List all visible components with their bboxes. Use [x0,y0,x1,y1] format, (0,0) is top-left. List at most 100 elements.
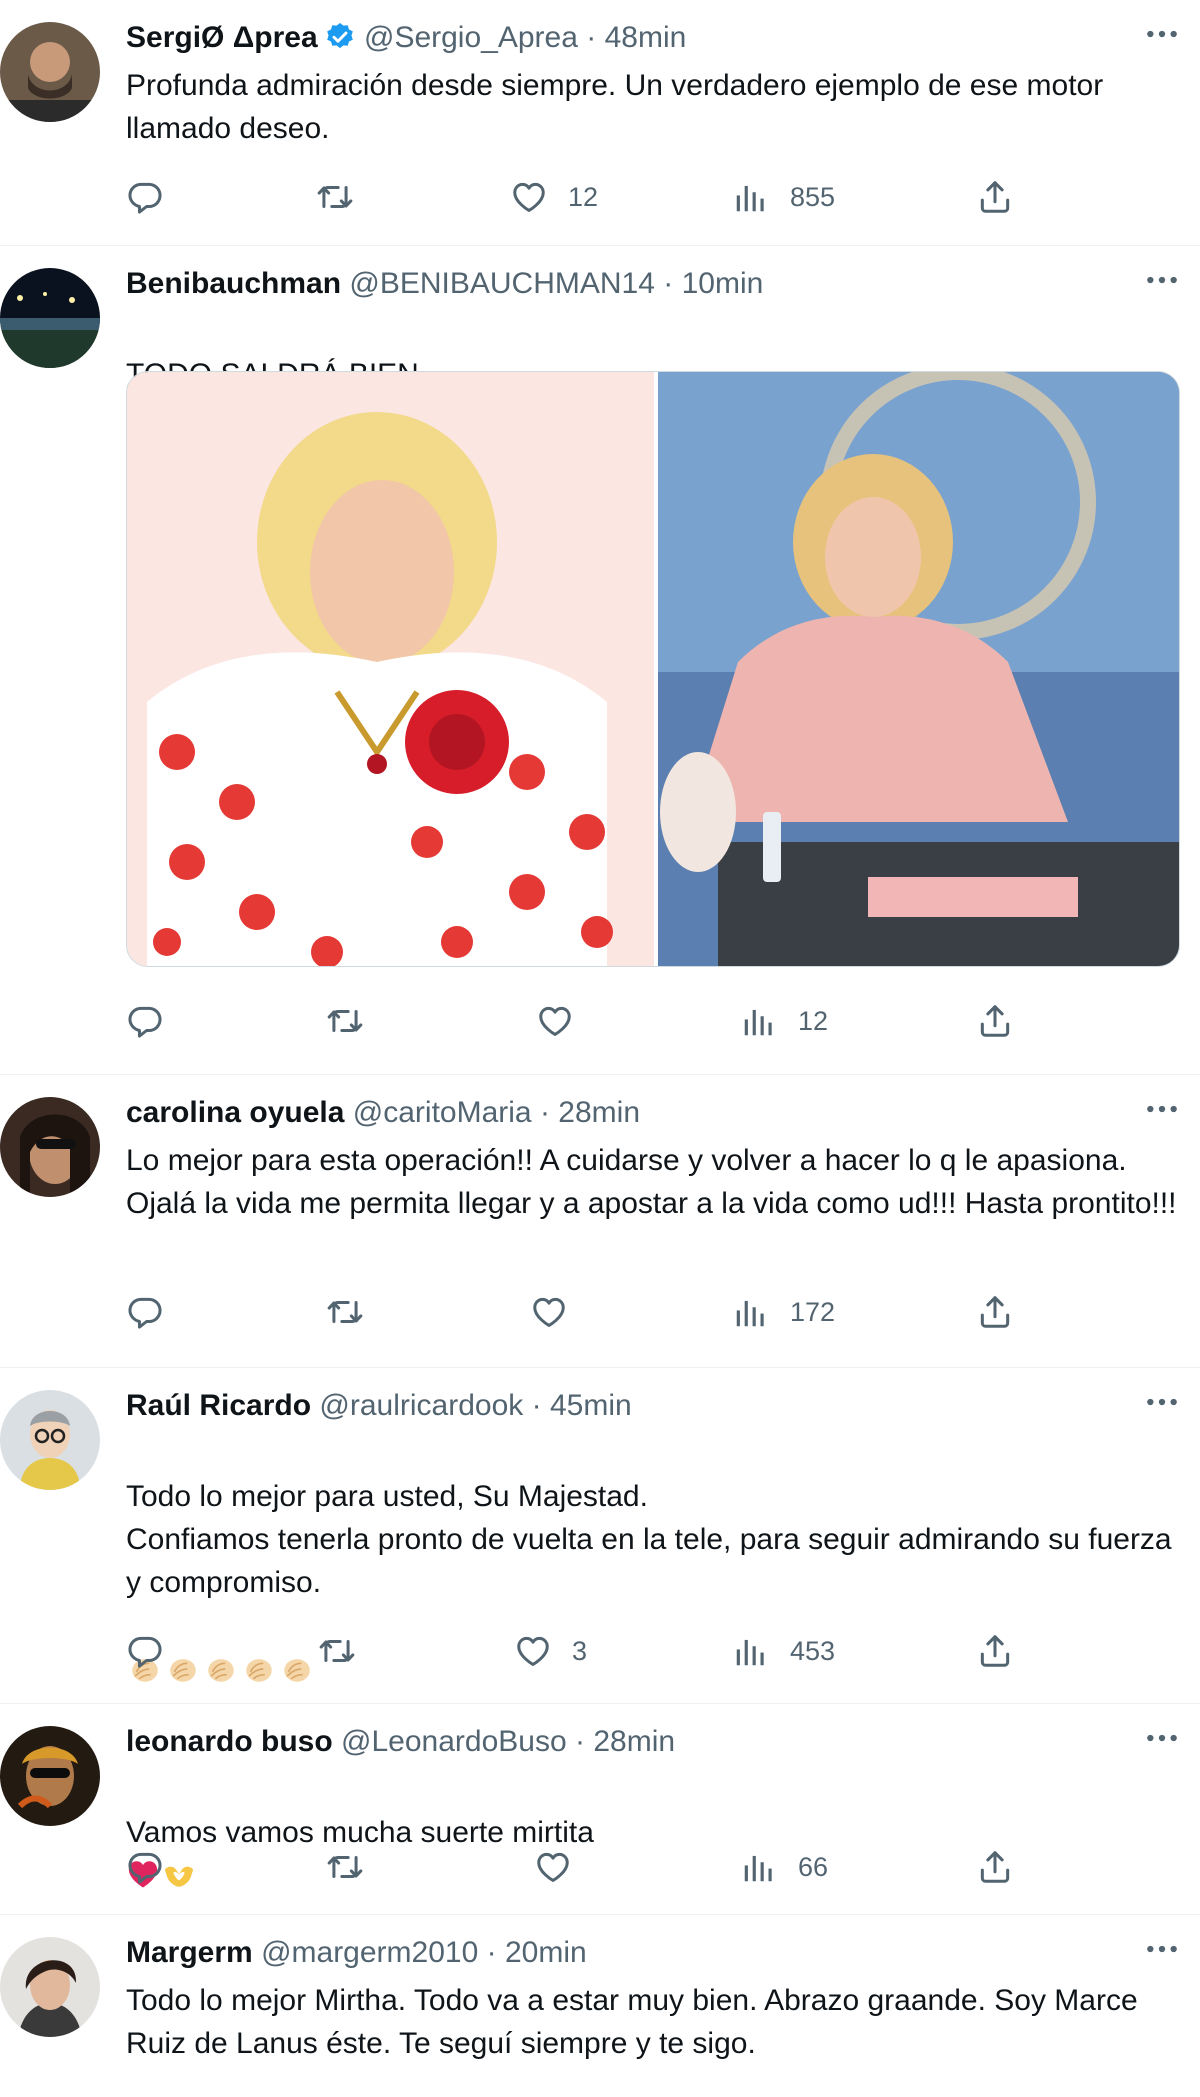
more-options-icon[interactable] [1142,1089,1182,1129]
separator: · [531,1389,542,1422]
share-icon [976,1293,1014,1331]
display-name[interactable]: carolina oyuela [126,1096,344,1129]
retweet-icon [326,1002,364,1040]
retweet-button[interactable] [318,1626,376,1676]
retweet-button[interactable] [326,996,384,1046]
tweet-text: Lo mejor para esta operación!! A cuidars… [126,1144,1177,1220]
tweet[interactable]: Margerm @margerm2010 · 20min Todo lo mej… [0,1915,1200,2095]
user-handle[interactable]: @caritoMaria [353,1096,532,1129]
avatar[interactable] [0,1390,100,1490]
retweet-icon [326,1848,364,1886]
retweet-icon [316,178,354,216]
timestamp[interactable]: 10min [682,267,764,300]
avatar[interactable] [0,22,100,122]
tweet[interactable]: Benibauchman @BENIBAUCHMAN14 · 10min TOD… [0,246,1200,1075]
more-options-icon[interactable] [1142,1929,1182,1969]
timestamp[interactable]: 28min [593,1725,675,1758]
tweet[interactable]: SergiØ Δprea @Sergio_Aprea · 48min Profu… [0,0,1200,246]
display-name[interactable]: Benibauchman [126,267,341,300]
tweet[interactable]: leonardo buso @LeonardoBuso · 28min Vamo… [0,1704,1200,1915]
views-icon [732,1293,770,1331]
more-options-icon[interactable] [1142,1382,1182,1422]
replies-feed: SergiØ Δprea @Sergio_Aprea · 48min Profu… [0,0,1200,2095]
retweet-button[interactable] [326,1287,384,1337]
user-handle[interactable]: @BENIBAUCHMAN14 [349,267,655,300]
separator: · [575,1725,585,1758]
avatar[interactable] [0,1097,100,1197]
display-name[interactable]: SergiØ Δprea [126,21,318,54]
views-icon [732,178,770,216]
views-button[interactable]: 172 [732,1287,835,1337]
tweet-header: Raúl Ricardo @raulricardook · 45min [126,1386,1200,1426]
views-icon [740,1002,778,1040]
reply-button[interactable] [126,172,184,222]
media-photo-right[interactable] [658,372,1179,966]
media-photo-left[interactable] [127,372,654,966]
reply-icon [126,1002,164,1040]
like-button[interactable] [530,1287,588,1337]
more-options-icon[interactable] [1142,14,1182,54]
views-button[interactable]: 453 [732,1626,835,1676]
like-button[interactable] [534,1842,592,1892]
like-icon [510,178,548,216]
views-button[interactable]: 12 [740,996,828,1046]
tweet-text: Todo lo mejor para usted, Su Majestad. C… [126,1432,1180,1741]
reply-icon [126,1293,164,1331]
timestamp[interactable]: 20min [505,1936,587,1969]
timestamp[interactable]: 45min [550,1389,632,1422]
share-button[interactable] [976,1287,1014,1337]
tweet-actions: 3 453 [126,1626,1200,1676]
retweet-button[interactable] [326,1842,384,1892]
views-count: 12 [798,1005,829,1036]
more-options-icon[interactable] [1142,260,1182,300]
reply-button[interactable] [126,1626,184,1676]
views-count: 172 [790,1296,836,1327]
views-icon [732,1632,770,1670]
user-handle[interactable]: @margerm2010 [261,1936,478,1969]
tweet[interactable]: carolina oyuela @caritoMaria · 28min Lo … [0,1075,1200,1368]
verified-badge-icon [324,21,356,64]
share-button[interactable] [976,1626,1014,1676]
reply-icon [126,178,164,216]
views-button[interactable]: 855 [732,172,835,222]
tweet-header: Benibauchman @BENIBAUCHMAN14 · 10min [126,264,1200,304]
user-handle[interactable]: @raulricardook [319,1389,523,1422]
tweet-actions: 12 855 [126,172,1200,222]
like-button[interactable]: 12 [510,172,598,222]
tweet[interactable]: Raúl Ricardo @raulricardook · 45min Todo… [0,1368,1200,1704]
views-count: 855 [790,181,836,212]
like-icon [514,1632,552,1670]
share-button[interactable] [976,996,1014,1046]
reply-button[interactable] [126,1287,184,1337]
reply-button[interactable] [126,1842,184,1892]
timestamp[interactable]: 48min [605,21,687,54]
avatar[interactable] [0,1937,100,2037]
like-icon [530,1293,568,1331]
display-name[interactable]: Margerm [126,1936,253,1969]
tweet-text-body: Todo lo mejor para usted, Su Majestad. C… [126,1480,1172,1599]
like-icon [536,1002,574,1040]
user-handle[interactable]: @LeonardoBuso [341,1725,567,1758]
retweet-icon [318,1632,356,1670]
retweet-button[interactable] [316,172,374,222]
views-button[interactable]: 66 [740,1842,828,1892]
avatar[interactable] [0,268,100,368]
share-button[interactable] [976,172,1014,222]
views-icon [740,1848,778,1886]
share-button[interactable] [976,1842,1014,1892]
separator: · [663,267,674,300]
tweet-actions: 66 [126,1842,1200,1892]
tweet-header: Margerm @margerm2010 · 20min [126,1933,1200,1973]
views-count: 453 [790,1635,836,1666]
tweet-actions: 12 [126,996,1200,1046]
like-button[interactable]: 3 [514,1626,587,1676]
more-options-icon[interactable] [1142,1718,1182,1758]
display-name[interactable]: leonardo buso [126,1725,333,1758]
reply-button[interactable] [126,996,184,1046]
display-name[interactable]: Raúl Ricardo [126,1389,311,1422]
user-handle[interactable]: @Sergio_Aprea [364,21,578,54]
like-button[interactable] [536,996,594,1046]
timestamp[interactable]: 28min [558,1096,640,1129]
avatar[interactable] [0,1726,100,1826]
tweet-media[interactable] [126,371,1180,967]
